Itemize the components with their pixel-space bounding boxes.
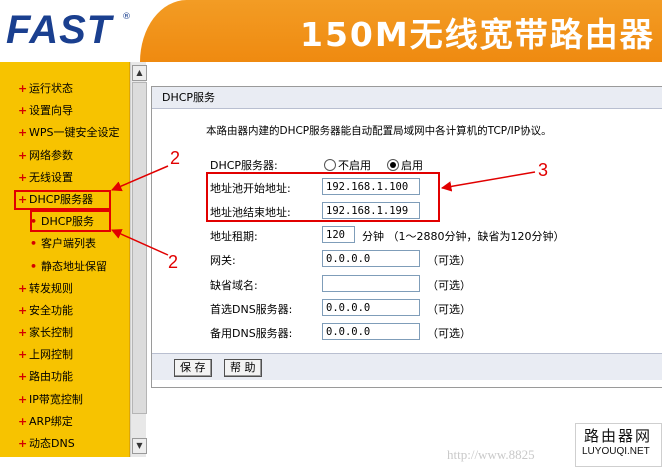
default-domain-input[interactable] [322,275,420,292]
plus-icon: + [18,414,28,428]
lease-time-label: 地址租期: [210,230,258,243]
watermark-line1: 路由器网 [584,427,653,445]
plus-icon: + [18,104,28,118]
radio-disable-option[interactable]: 不启用 [324,157,371,173]
save-button[interactable]: 保 存 [174,359,212,377]
lease-time-hint: 分钟 （1～2880分钟，缺省为120分钟） [362,230,565,243]
sidebar-item-label: IP带宽控制 [29,392,83,406]
sidebar-item-label: 网络参数 [29,148,73,162]
annotation-box-address-pool [206,172,440,222]
plus-icon: + [18,281,28,295]
panel-description: 本路由器内建的DHCP服务器能自动配置局域网中各计算机的TCP/IP协议。 [206,125,552,137]
sidebar-item[interactable]: + 家长控制 [0,322,129,344]
scroll-thumb[interactable] [132,82,147,414]
gateway-label: 网关: [210,254,236,267]
gateway-optional: （可选） [427,254,471,267]
plus-icon: + [18,370,28,384]
sidebar-item[interactable]: + 网络参数 [0,145,129,167]
gateway-input[interactable]: 0.0.0.0 [322,250,420,267]
sidebar-menu: + 运行状态 + 设置向导 + WPS一键安全设定 + 网络参数 + 无线设置 + DHCP服务器 • D… [0,62,130,457]
sidebar-scrollbar[interactable]: ▲ ▼ [130,62,147,457]
radio-disable-label: 不启用 [338,159,371,172]
fast-logo: FAST [6,8,113,52]
sidebar-item-label: 设置向导 [29,104,73,118]
sidebar-item[interactable]: + WPS一键安全设定 [0,122,129,144]
sidebar-item-label: 路由功能 [29,370,73,384]
annotation-number-right: 3 [538,160,549,180]
primary-dns-label: 首选DNS服务器: [210,303,293,316]
sidebar-item-label: 动态DNS [29,437,75,450]
sidebar-item[interactable]: + IP带宽控制 [0,389,129,411]
primary-dns-optional: （可选） [427,303,471,316]
secondary-dns-optional: （可选） [427,327,471,340]
primary-dns-input[interactable]: 0.0.0.0 [322,299,420,316]
header-bar: FAST ® 150M无线宽带路由器 [0,0,662,62]
sidebar-item-label: 无线设置 [29,170,73,184]
secondary-dns-input[interactable]: 0.0.0.0 [322,323,420,340]
sidebar-item[interactable]: + 安全功能 [0,300,129,322]
sidebar-item-label: 客户端列表 [41,237,96,251]
sidebar-item-label: WPS一键安全设定 [29,126,120,140]
product-title: 150M无线宽带路由器 [300,15,655,54]
plus-icon: + [18,348,28,362]
lease-time-input[interactable]: 120 [322,226,355,243]
watermark-logo: 路由器网 LUYOUQI.NET [575,423,662,467]
sidebar-item-label: 上网控制 [29,348,73,362]
annotation-box-dhcp-server [14,190,111,210]
radio-enable-option[interactable]: 启用 [387,157,423,173]
sidebar-item[interactable]: + 无线设置 [0,167,129,189]
sidebar-item-label: 安全功能 [29,303,73,317]
radio-disable-icon[interactable] [324,159,336,171]
radio-enable-icon[interactable] [387,159,399,171]
sidebar-item-label: 转发规则 [29,281,73,295]
sidebar-item[interactable]: • 客户端列表 [0,233,129,255]
scroll-down-arrow-icon[interactable]: ▼ [132,438,147,454]
sidebar-item[interactable]: + 设置向导 [0,100,129,122]
sidebar-item[interactable]: • 静态地址保留 [0,256,129,278]
watermark-line2: LUYOUQI.NET [582,446,650,457]
sidebar-item[interactable]: + 动态DNS [0,433,129,455]
bullet-icon: • [30,259,38,273]
plus-icon: + [18,392,28,406]
sidebar-item-label: 静态地址保留 [41,259,107,273]
plus-icon: + [18,148,28,162]
plus-icon: + [18,126,28,140]
sidebar-list: + 运行状态 + 设置向导 + WPS一键安全设定 + 网络参数 + 无线设置 + DHCP服务器 • D… [0,62,129,455]
secondary-dns-label: 备用DNS服务器: [210,327,293,340]
sidebar-item-label: 运行状态 [29,82,73,95]
help-button[interactable]: 帮 助 [224,359,262,377]
panel-title: DHCP服务 [152,87,662,109]
plus-icon: + [18,326,28,340]
annotation-number-top: 2 [170,148,181,168]
sidebar-item[interactable]: + 上网控制 [0,344,129,366]
page-bottom-strip [0,457,662,467]
annotation-number-bottom: 2 [168,252,179,272]
scroll-up-arrow-icon[interactable]: ▲ [132,65,147,81]
sidebar-item[interactable]: + 运行状态 [0,78,129,100]
sidebar-item-label: ARP绑定 [29,414,73,428]
dhcp-service-panel: DHCP服务 本路由器内建的DHCP服务器能自动配置局域网中各计算机的TCP/I… [151,86,662,388]
watermark-url: http://www.8825 [447,447,535,462]
domain-optional: （可选） [427,279,471,292]
sidebar-item[interactable]: + ARP绑定 [0,411,129,433]
annotation-box-dhcp-service [30,210,111,232]
dhcp-server-label: DHCP服务器: [210,159,278,172]
sidebar-item[interactable]: + 路由功能 [0,366,129,388]
sidebar-item-label: 家长控制 [29,326,73,340]
button-bar: 保 存 帮 助 [152,353,662,380]
plus-icon: + [18,170,28,184]
plus-icon: + [18,437,28,450]
registered-mark: ® [122,12,131,22]
radio-enable-label: 启用 [401,159,423,172]
default-domain-label: 缺省域名: [210,279,258,292]
plus-icon: + [18,82,28,95]
plus-icon: + [18,303,28,317]
bullet-icon: • [30,237,38,251]
sidebar-item[interactable]: + 转发规则 [0,278,129,300]
